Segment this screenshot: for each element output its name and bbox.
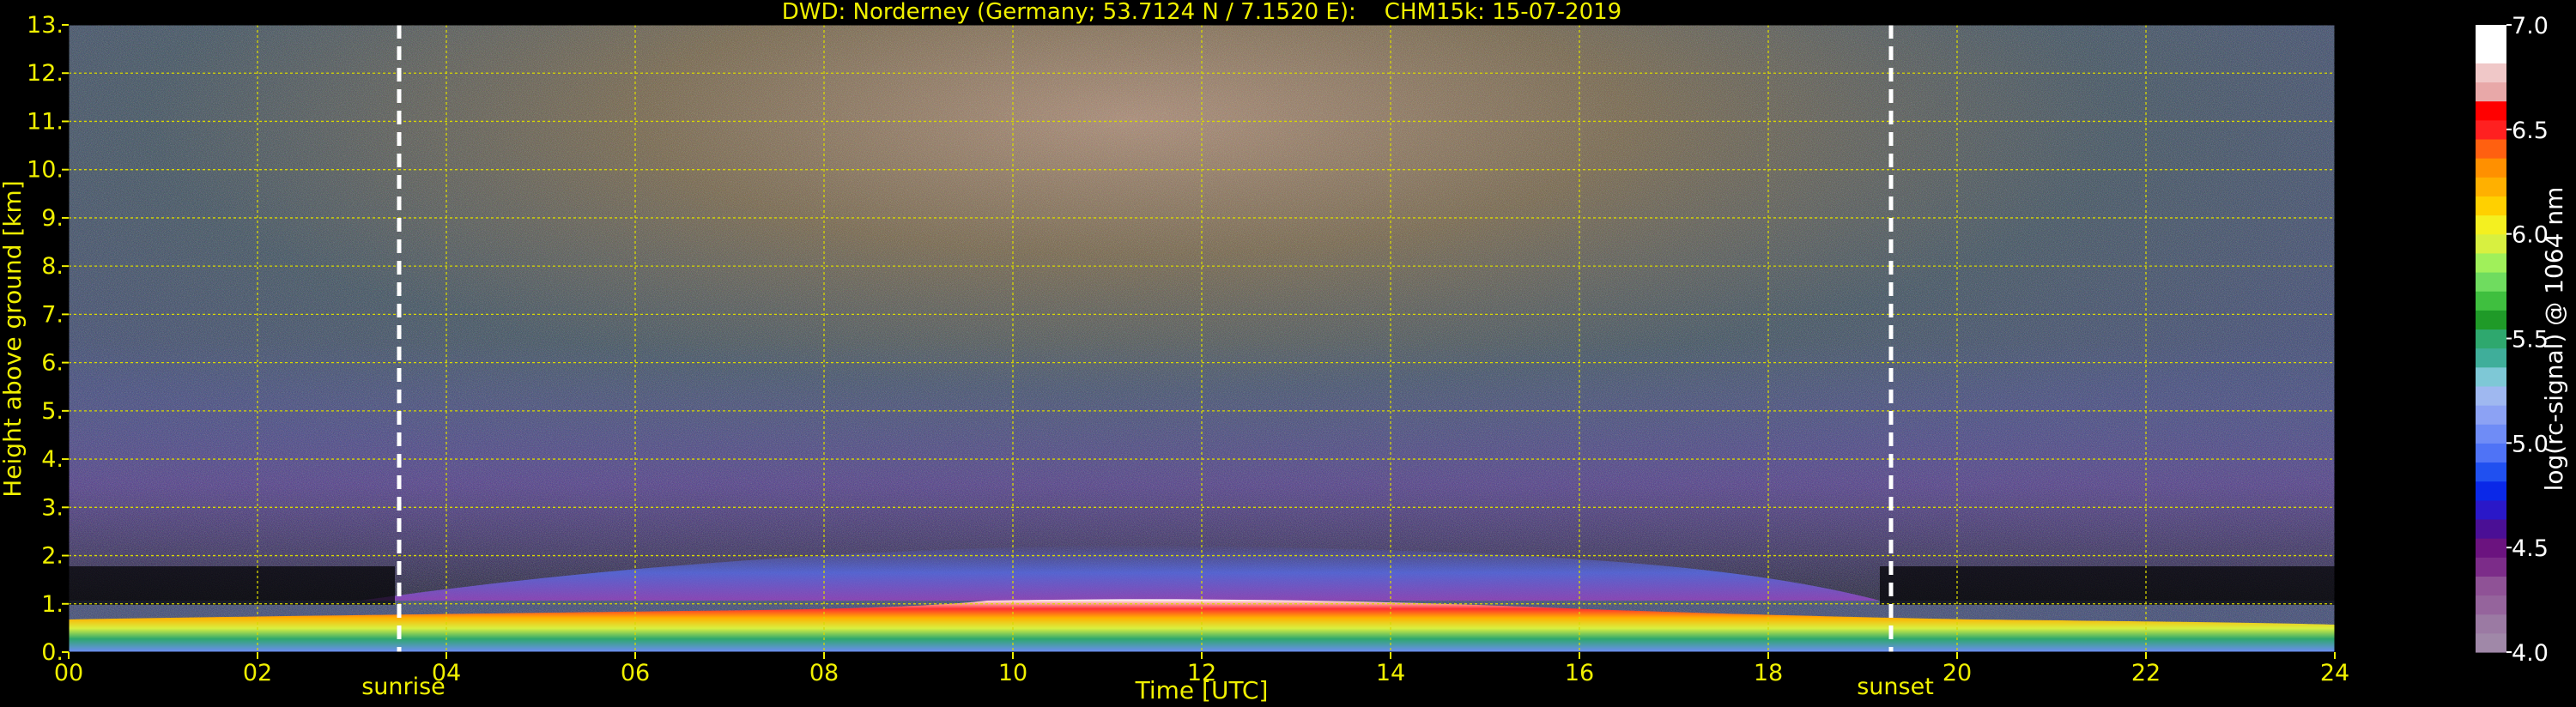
colorbar-cell <box>2476 595 2506 615</box>
y-tick-label: 1. <box>41 591 64 618</box>
colorbar-cell <box>2476 632 2506 653</box>
heatmap-night-dark-left <box>69 566 395 605</box>
colorbar-cell <box>2476 385 2506 406</box>
colorbar-tick-label: 4.5 <box>2512 535 2549 562</box>
x-tick-label: 22 <box>2131 660 2161 686</box>
colorbar-cell <box>2476 518 2506 539</box>
y-axis-label: Height above ground [km] <box>0 180 27 498</box>
y-tick-label: 12. <box>27 60 64 87</box>
colorbar-cell <box>2476 329 2506 349</box>
colorbar-cell <box>2476 366 2506 387</box>
colorbar-cell <box>2476 424 2506 444</box>
y-tick-label: 5. <box>41 398 64 425</box>
y-tick-label: 2. <box>41 543 64 570</box>
colorbar-cell <box>2476 347 2506 368</box>
x-tick-label: 18 <box>1754 660 1783 686</box>
x-tick-label: 16 <box>1565 660 1594 686</box>
y-tick-label: 8. <box>41 253 64 280</box>
y-tick-label: 13. <box>27 12 64 39</box>
y-tick-label: 11. <box>27 108 64 135</box>
colorbar-cell <box>2476 25 2506 45</box>
colorbar-cell <box>2476 63 2506 83</box>
x-tick-label: 08 <box>809 660 839 686</box>
colorbar-cell <box>2476 557 2506 577</box>
colorbar-cell <box>2476 538 2506 558</box>
x-tick-label: 04 <box>432 660 461 686</box>
colorbar-cell <box>2476 44 2506 63</box>
colorbar-cells <box>2476 25 2506 653</box>
colorbar-tick-label: 4.0 <box>2512 640 2549 667</box>
y-tick-label: 10. <box>27 157 64 184</box>
y-axis: 0.1.2.3.4.5.6.7.8.9.10.11.12.13. <box>27 12 69 666</box>
x-tick-label: 00 <box>54 660 83 686</box>
colorbar-cell <box>2476 82 2506 102</box>
colorbar-cell <box>2476 405 2506 425</box>
colorbar-tick-label: 7.0 <box>2512 13 2549 39</box>
x-tick-label: 24 <box>2320 660 2349 686</box>
colorbar-cell <box>2476 291 2506 311</box>
colorbar-cell <box>2476 177 2506 196</box>
y-tick-label: 6. <box>41 350 64 377</box>
colorbar-cell <box>2476 462 2506 482</box>
colorbar-label: log(rc-signal) @ 1064 nm <box>2540 187 2568 492</box>
x-tick-label: 06 <box>621 660 650 686</box>
y-tick-label: 9. <box>41 205 64 232</box>
x-tick-label: 20 <box>1943 660 1972 686</box>
colorbar-cell <box>2476 215 2506 235</box>
y-tick-label: 7. <box>41 301 64 328</box>
colorbar-cell <box>2476 119 2506 140</box>
y-tick-label: 3. <box>41 494 64 521</box>
heatmap-night-dark-right <box>1880 566 2335 605</box>
colorbar-cell <box>2476 158 2506 178</box>
colorbar-cell <box>2476 271 2506 292</box>
colorbar-cell <box>2476 443 2506 463</box>
colorbar-tick-label: 6.5 <box>2512 118 2549 144</box>
colorbar-cell <box>2476 138 2506 159</box>
chart-title: DWD: Norderney (Germany; 53.7124 N / 7.1… <box>782 0 1621 25</box>
sunset-label: sunset <box>1857 674 1934 700</box>
colorbar-cell <box>2476 196 2506 216</box>
colorbar-cell <box>2476 233 2506 254</box>
colorbar-cell <box>2476 252 2506 273</box>
lidar-chart: sunrise sunset 0.1.2.3.4.5.6.7.8.9.10.11.… <box>0 0 2568 704</box>
x-tick-label: 14 <box>1376 660 1405 686</box>
x-tick-label: 02 <box>243 660 272 686</box>
x-axis-label: Time [UTC] <box>1135 676 1269 704</box>
colorbar-cell <box>2476 100 2506 121</box>
colorbar-cell <box>2476 480 2506 501</box>
colorbar-cell <box>2476 310 2506 330</box>
y-tick-label: 4. <box>41 446 64 473</box>
x-tick-label: 10 <box>998 660 1027 686</box>
colorbar: 4.04.55.05.56.06.57.0 log(rc-signal) @ 1… <box>2476 13 2568 667</box>
colorbar-cell <box>2476 576 2506 596</box>
colorbar-cell <box>2476 613 2506 634</box>
colorbar-cell <box>2476 499 2506 520</box>
